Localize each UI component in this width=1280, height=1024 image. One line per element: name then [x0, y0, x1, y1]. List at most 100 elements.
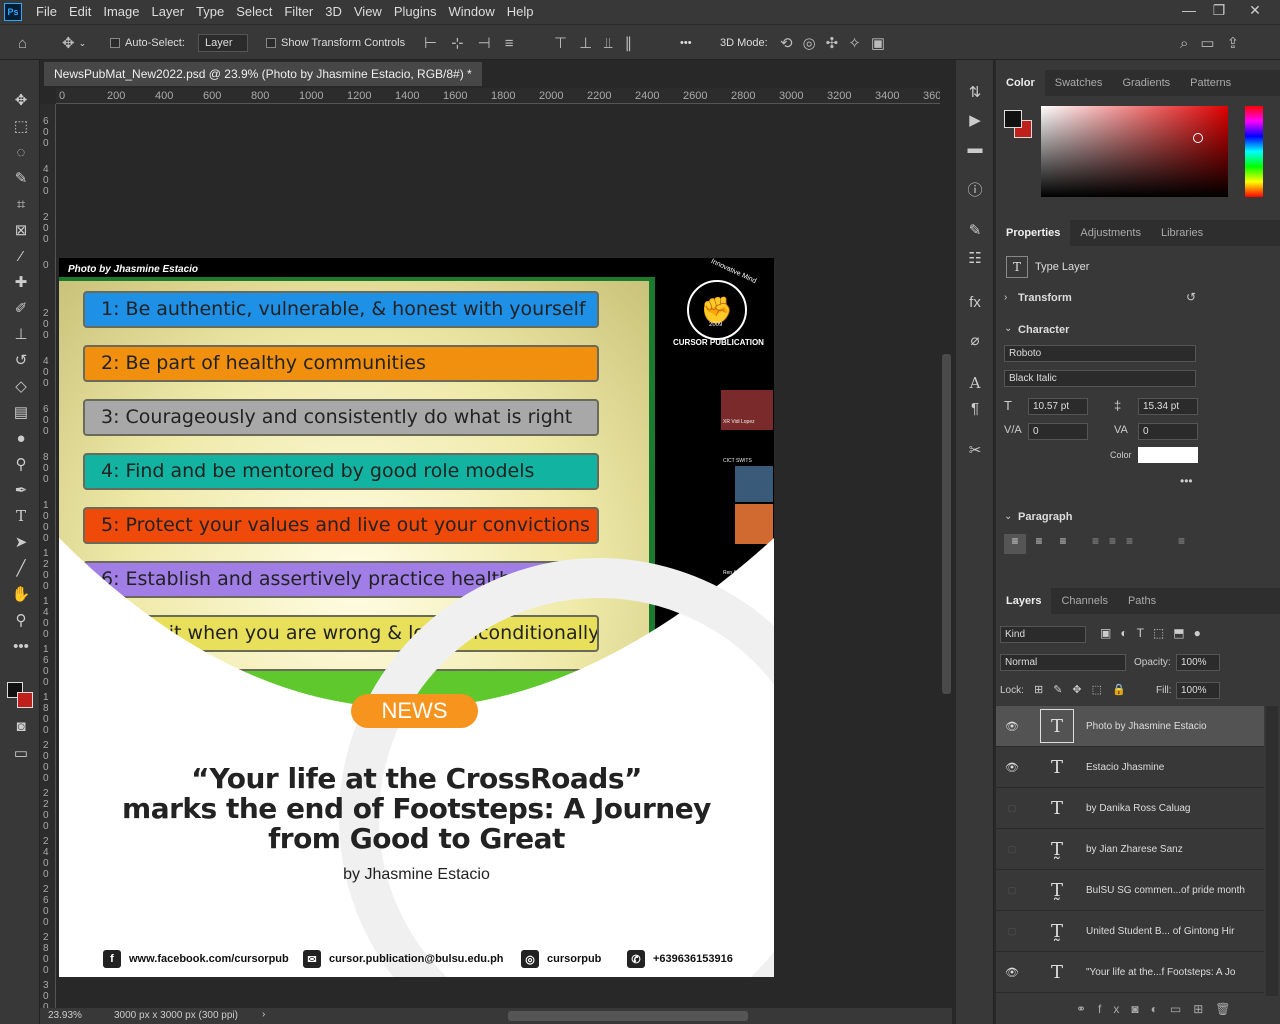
quick-select-icon[interactable]: ✎ [8, 167, 34, 189]
transform-section[interactable]: Transform [1018, 292, 1072, 304]
align-right-text-icon[interactable]: ≡ [1052, 534, 1074, 554]
pan-3d-icon[interactable]: ✣ [826, 34, 839, 52]
visibility-eye-icon[interactable]: ▢ [996, 844, 1028, 855]
hue-slider[interactable] [1245, 106, 1263, 197]
clone-source-icon[interactable]: ⌀ [964, 330, 986, 352]
menu-3d[interactable]: 3D [319, 0, 348, 24]
brush-settings-icon[interactable]: ✎ [964, 220, 986, 242]
comments-icon[interactable]: ▬ [964, 138, 986, 160]
chevron-down-icon[interactable]: ⌄ [1004, 323, 1012, 334]
lock-icons[interactable]: ⊞✎✥⬚🔒 [1034, 683, 1136, 696]
vertical-scrollbar[interactable] [940, 104, 954, 1008]
chevron-down-icon[interactable]: ⌄ [79, 38, 87, 49]
tab-swatches[interactable]: Swatches [1045, 70, 1113, 96]
visibility-eye-icon[interactable]: 👁 [996, 966, 1028, 979]
visibility-eye-icon[interactable]: ▢ [996, 926, 1028, 937]
screen-mode-icon[interactable]: ▭ [8, 742, 34, 764]
fill-field[interactable]: 100% [1176, 682, 1220, 699]
layer-dropdown[interactable]: Layer [198, 34, 248, 52]
home-icon[interactable]: ⌂ [18, 35, 27, 52]
move-tool-icon[interactable]: ✥ [62, 34, 75, 52]
layers-scrollbar[interactable] [1266, 706, 1278, 996]
tab-patterns[interactable]: Patterns [1180, 70, 1241, 96]
share-icon[interactable]: ⇪ [1227, 34, 1240, 52]
chevron-down-icon[interactable]: ⌄ [1004, 511, 1012, 522]
fg-color-chip[interactable] [1004, 110, 1022, 128]
layer-row[interactable]: ▢ T̰ United Student B... of Gintong Hir [996, 911, 1264, 952]
menu-filter[interactable]: Filter [278, 0, 319, 24]
tab-properties[interactable]: Properties [996, 220, 1071, 246]
document-tab[interactable]: NewsPubMat_New2022.psd @ 23.9% (Photo by… [44, 62, 482, 86]
orbit-3d-icon[interactable]: ⟲ [780, 34, 793, 52]
menu-view[interactable]: View [348, 0, 388, 24]
horizontal-scrollbar[interactable] [508, 1011, 748, 1021]
distribute-v-icon[interactable]: ∥ [625, 34, 633, 52]
slide-3d-icon[interactable]: ✧ [848, 34, 861, 52]
pen-tool-icon[interactable]: ✒ [8, 479, 34, 501]
distribute-icon[interactable]: ≡ [505, 35, 514, 52]
visibility-eye-icon[interactable]: 👁 [996, 720, 1028, 733]
tab-color[interactable]: Color [996, 70, 1045, 96]
align-left-text-icon[interactable]: ≡ [1004, 534, 1026, 554]
tab-libraries[interactable]: Libraries [1151, 220, 1213, 246]
auto-select-checkbox[interactable] [110, 38, 120, 48]
history-brush-icon[interactable]: ↺ [8, 349, 34, 371]
menu-type[interactable]: Type [190, 0, 230, 24]
gradient-tool-icon[interactable]: ▤ [8, 401, 34, 423]
tab-paths[interactable]: Paths [1118, 588, 1166, 614]
color-field[interactable] [1041, 106, 1228, 197]
visibility-eye-icon[interactable]: 👁 [996, 761, 1028, 774]
restore-button[interactable]: ❐ [1202, 0, 1236, 22]
tab-gradients[interactable]: Gradients [1112, 70, 1180, 96]
actions-play-icon[interactable]: ▶ [964, 110, 986, 132]
tab-layers[interactable]: Layers [996, 588, 1052, 614]
layer-row[interactable]: ▢ T̰ by Jian Zharese Sanz [996, 829, 1264, 870]
type-tool-icon[interactable]: T [8, 505, 34, 527]
workspace-icon[interactable]: ▭ [1200, 34, 1214, 52]
camera-3d-icon[interactable]: ▣ [871, 34, 885, 52]
minimize-button[interactable]: — [1172, 0, 1206, 22]
tab-channels[interactable]: Channels [1051, 588, 1117, 614]
quick-mask-icon[interactable]: ◙ [8, 715, 34, 737]
more-options-icon[interactable]: ••• [680, 37, 692, 49]
align-top-icon[interactable]: ⊤ [554, 34, 567, 52]
align-center-icon[interactable]: ⊹ [451, 34, 464, 52]
more-character-icon[interactable]: ••• [1180, 474, 1193, 488]
eyedropper-icon[interactable]: ⁄ [8, 245, 34, 267]
blur-tool-icon[interactable]: ● [8, 427, 34, 449]
filter-icons[interactable]: ▣◐T⬚⬒● [1100, 626, 1210, 640]
justify-all-icon[interactable]: ≡ [1178, 534, 1198, 554]
justify-icons[interactable]: ≡≡≡ [1092, 534, 1172, 554]
text-color-swatch[interactable] [1138, 447, 1198, 463]
layer-row[interactable]: 👁 T Estacio Jhasmine [996, 747, 1264, 788]
roll-3d-icon[interactable]: ◎ [803, 34, 816, 52]
tracking-field[interactable]: 0 [1138, 423, 1198, 440]
align-center-text-icon[interactable]: ≡ [1028, 534, 1050, 554]
stamp-tool-icon[interactable]: ⊥ [8, 323, 34, 345]
crop-tool-icon[interactable]: ⌗ [8, 193, 34, 215]
paragraph-section[interactable]: Paragraph [1018, 511, 1072, 523]
menu-layer[interactable]: Layer [146, 0, 191, 24]
align-middle-icon[interactable]: ⊥ [579, 34, 592, 52]
font-style-dropdown[interactable]: Black Italic [1004, 370, 1196, 387]
tab-adjustments[interactable]: Adjustments [1070, 220, 1151, 246]
menu-window[interactable]: Window [442, 0, 500, 24]
dodge-tool-icon[interactable]: ⚲ [8, 453, 34, 475]
align-bottom-icon[interactable]: ⫫ [604, 35, 612, 52]
zoom-tool-icon[interactable]: ⚲ [8, 609, 34, 631]
lasso-tool-icon[interactable]: ◌ [8, 141, 34, 163]
path-select-icon[interactable]: ➤ [8, 531, 34, 553]
align-right-icon[interactable]: ⊣ [478, 34, 491, 52]
fx-icon[interactable]: fx [964, 292, 986, 314]
info-icon[interactable]: ⓘ [964, 180, 986, 202]
character-section[interactable]: Character [1018, 324, 1069, 336]
frame-tool-icon[interactable]: ⊠ [8, 219, 34, 241]
scroll-thumb[interactable] [942, 354, 951, 694]
history-icon[interactable]: ⇅ [964, 82, 986, 104]
hand-tool-icon[interactable]: ✋ [8, 583, 34, 605]
marquee-tool-icon[interactable]: ⬚ [8, 115, 34, 137]
layer-row[interactable]: ▢ Tby Danika Ross Caluag [996, 788, 1264, 829]
line-tool-icon[interactable]: ╱ [8, 557, 34, 579]
layer-row[interactable]: ▢ T̰ BulSU SG commen...of pride month [996, 870, 1264, 911]
adjust-icon[interactable]: ☷ [964, 248, 986, 270]
